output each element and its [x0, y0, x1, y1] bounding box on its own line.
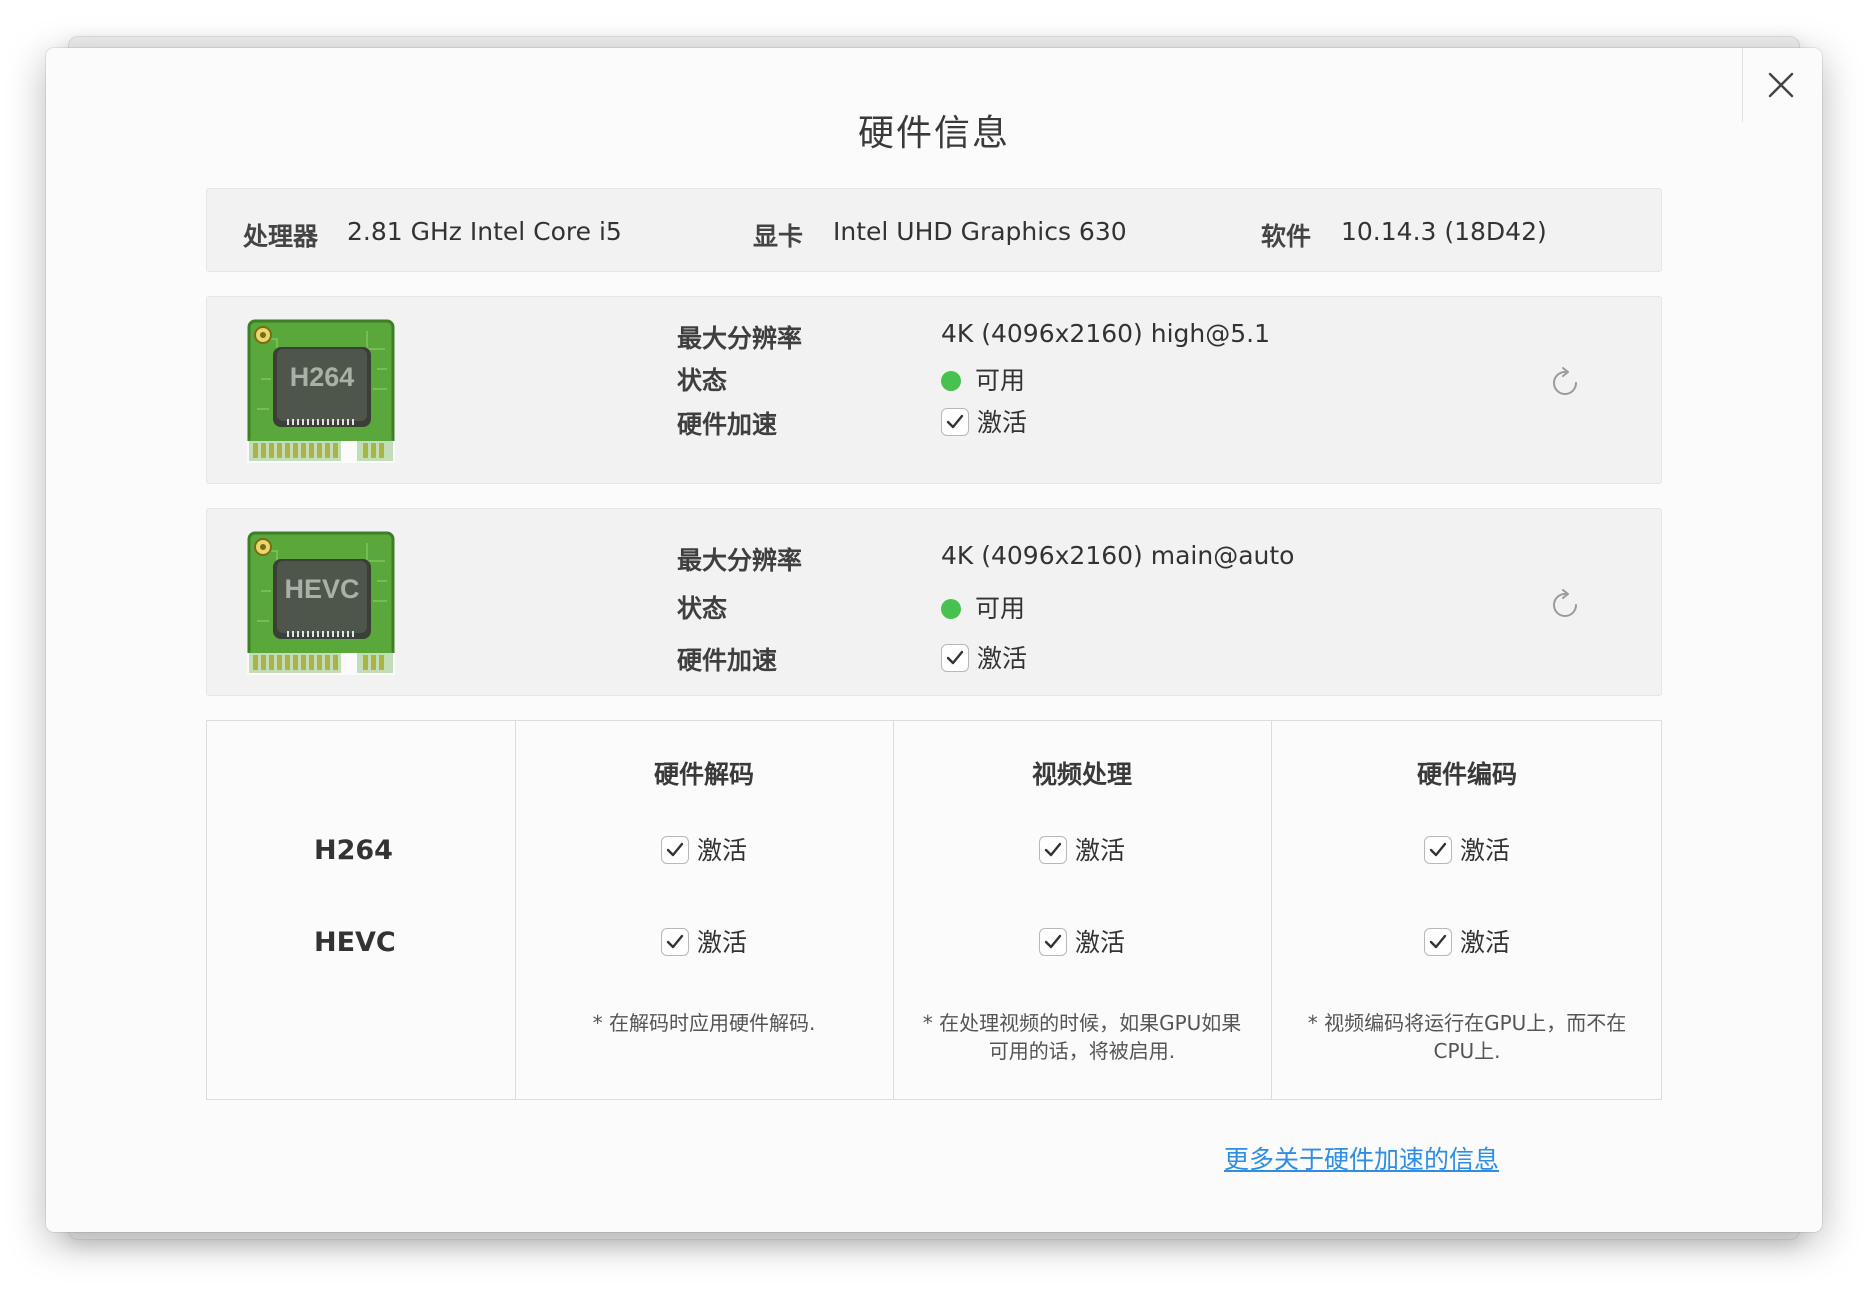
max-resolution-value: 4K (4096x2160) high@5.1 — [941, 319, 1271, 348]
dialog-title: 硬件信息 — [857, 113, 1010, 154]
cell-text: 激活 — [1459, 836, 1510, 865]
codec-panel-hevc: HEVC 最大分辨率 4K (4096x2160) main@auto 状态 可 — [206, 508, 1662, 696]
gpu-value: Intel UHD Graphics 630 — [833, 217, 1127, 246]
checkmark-icon — [666, 934, 684, 949]
header-hw-encode: 硬件编码 — [1416, 760, 1517, 789]
note-hw-encode: * 视频编码将运行在GPU上，而不在CPU上. — [1307, 1011, 1627, 1063]
checkmark-icon — [1429, 934, 1447, 949]
cell-text: 激活 — [1074, 928, 1125, 957]
status-available-icon — [941, 371, 961, 391]
hw-accel-label: 硬件加速 — [677, 410, 778, 439]
h264-processing-option[interactable]: 激活 — [893, 831, 1271, 867]
max-resolution-label: 最大分辨率 — [677, 546, 803, 575]
hevc-processing-checkbox[interactable] — [1038, 928, 1067, 956]
h264-encode-option[interactable]: 激活 — [1271, 831, 1663, 867]
note-video-processing: * 在处理视频的时候，如果GPU如果可用的话，将被启用. — [922, 1011, 1242, 1063]
max-resolution-value: 4K (4096x2160) main@auto — [941, 541, 1295, 570]
header-hw-decode: 硬件解码 — [653, 760, 754, 789]
system-info-bar: 处理器 2.81 GHz Intel Core i5 显卡 Intel UHD … — [206, 188, 1662, 272]
hardware-info-dialog: 硬件信息 处理器 2.81 GHz Intel Core i5 显卡 Intel… — [46, 48, 1822, 1232]
hevc-chip-label: HEVC — [284, 574, 359, 604]
h264-chip-icon: H264 — [247, 319, 395, 463]
hevc-decode-checkbox[interactable] — [660, 928, 689, 956]
status-text: 可用 — [975, 594, 1026, 623]
hevc-processing-option[interactable]: 激活 — [893, 923, 1271, 959]
status-value: 可用 — [941, 361, 1025, 397]
status-label: 状态 — [677, 594, 728, 623]
software-value: 10.14.3 (18D42) — [1341, 217, 1547, 246]
refresh-icon[interactable] — [1549, 589, 1581, 621]
cell-text: 激活 — [696, 836, 747, 865]
hw-accel-text: 激活 — [977, 644, 1028, 673]
capability-table: 硬件解码 视频处理 硬件编码 H264 HEVC 激活 激活 激活 激活 激活 … — [206, 720, 1662, 1100]
hw-accel-label: 硬件加速 — [677, 646, 778, 675]
status-label: 状态 — [677, 366, 728, 395]
cell-text: 激活 — [696, 928, 747, 957]
max-resolution-label: 最大分辨率 — [677, 324, 803, 353]
hw-accel-checkbox[interactable] — [941, 644, 969, 672]
cell-text: 激活 — [1459, 928, 1510, 957]
row-name-hevc: HEVC — [314, 927, 396, 958]
h264-processing-checkbox[interactable] — [1038, 836, 1067, 864]
status-value: 可用 — [941, 589, 1025, 625]
h264-decode-checkbox[interactable] — [660, 836, 689, 864]
cell-text: 激活 — [1074, 836, 1125, 865]
note-hw-decode: * 在解码时应用硬件解码. — [592, 1011, 816, 1035]
checkmark-icon — [666, 842, 684, 857]
more-info-link[interactable]: 更多关于硬件加速的信息 — [1224, 1140, 1499, 1176]
checkmark-icon — [1044, 842, 1062, 857]
refresh-icon[interactable] — [1549, 367, 1581, 399]
hw-accel-checkbox[interactable] — [941, 408, 969, 436]
checkmark-icon — [946, 650, 964, 665]
checkmark-icon — [946, 414, 964, 429]
checkmark-icon — [1044, 934, 1062, 949]
h264-decode-option[interactable]: 激活 — [515, 831, 893, 867]
codec-panel-h264: H264 最大分辨率 4K (4096x2160) high@5.1 状态 可用 — [206, 296, 1662, 484]
hw-accel-option[interactable]: 激活 — [941, 639, 1027, 675]
hevc-chip-icon: HEVC — [247, 531, 395, 675]
status-text: 可用 — [975, 366, 1026, 395]
h264-chip-label: H264 — [290, 362, 355, 392]
header-video-processing: 视频处理 — [1031, 760, 1132, 789]
software-label: 软件 — [1261, 222, 1312, 251]
row-name-h264: H264 — [314, 835, 393, 866]
hevc-decode-option[interactable]: 激活 — [515, 923, 893, 959]
status-available-icon — [941, 599, 961, 619]
close-icon[interactable] — [1768, 72, 1794, 98]
hevc-encode-checkbox[interactable] — [1423, 928, 1452, 956]
gpu-label: 显卡 — [753, 222, 804, 251]
hw-accel-text: 激活 — [977, 408, 1028, 437]
processor-value: 2.81 GHz Intel Core i5 — [347, 217, 622, 246]
hw-accel-option[interactable]: 激活 — [941, 403, 1027, 439]
processor-label: 处理器 — [243, 222, 319, 251]
h264-encode-checkbox[interactable] — [1423, 836, 1452, 864]
hevc-encode-option[interactable]: 激活 — [1271, 923, 1663, 959]
checkmark-icon — [1429, 842, 1447, 857]
